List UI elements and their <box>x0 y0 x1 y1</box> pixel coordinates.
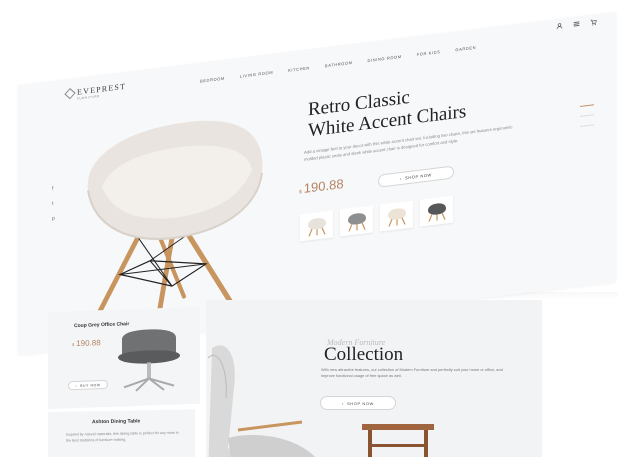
thumbnail-cream-chair[interactable] <box>380 200 413 232</box>
chevron-right-icon: › <box>342 400 344 406</box>
nav-bedroom[interactable]: BEDROOM <box>200 76 225 84</box>
product-name: Ashton Dining Table <box>92 418 141 426</box>
shop-now-label: SHOP NOW <box>404 172 432 181</box>
thumbnail-grey-chair[interactable] <box>340 205 373 237</box>
hero-chair-image <box>87 120 263 326</box>
product-card-chair[interactable]: Coup Grey Office Chair $ 190.88 › BUY NO… <box>48 306 200 409</box>
side-table-image <box>362 424 434 457</box>
collection-banner: Modern Furniture Collection With new att… <box>206 300 542 457</box>
nav-living-room[interactable]: LIVING ROOM <box>240 70 273 79</box>
pinterest-icon[interactable]: p <box>52 215 55 221</box>
slide-indicator[interactable] <box>580 114 594 117</box>
price-value: 190.88 <box>303 176 344 196</box>
user-icon[interactable] <box>556 22 563 30</box>
price-value: 190.88 <box>76 338 101 349</box>
product-name: Coup Grey Office Chair <box>74 321 130 330</box>
shop-now-label: SHOP NOW <box>346 400 374 406</box>
buy-now-button[interactable]: › BUY NOW <box>68 379 108 391</box>
shop-now-button[interactable]: › SHOP NOW <box>378 165 454 188</box>
header-icons <box>556 18 597 30</box>
office-chair-image <box>118 329 180 392</box>
twitter-icon[interactable]: t <box>52 200 55 207</box>
nav-bathroom[interactable]: BATHROOM <box>325 60 353 68</box>
logo-mark-icon <box>64 87 76 99</box>
product-price: $ 190.88 <box>72 338 101 348</box>
collection-shop-now-button[interactable]: › SHOP NOW <box>320 396 396 410</box>
hero-price: $ 190.88 <box>299 176 344 196</box>
logo[interactable]: EVEPREST FURNITURE <box>64 82 126 102</box>
thumbnail-white-chair[interactable] <box>300 210 333 242</box>
facebook-icon[interactable]: f <box>52 185 55 192</box>
lounge-chair-image <box>207 345 315 457</box>
nav-dining-room[interactable]: DINING ROOM <box>368 54 402 63</box>
currency-symbol: $ <box>72 342 75 348</box>
product-card-table[interactable]: Ashton Dining Table Inspired by natural … <box>48 409 195 457</box>
nav-kitchen[interactable]: KITCHEN <box>288 65 310 73</box>
collection-description: With new attractive features, our collec… <box>321 367 503 379</box>
page-canvas: EVEPREST FURNITURE BEDROOM LIVING ROOM K… <box>0 0 638 457</box>
slider-indicators <box>580 104 594 127</box>
main-nav: BEDROOM LIVING ROOM KITCHEN BATHROOM DIN… <box>200 45 476 84</box>
currency-symbol: $ <box>299 189 302 196</box>
cart-icon[interactable] <box>590 18 597 26</box>
nav-garden[interactable]: GARDEN <box>455 45 476 53</box>
thumbnail-dark-chair[interactable] <box>420 195 453 227</box>
menu-icon[interactable] <box>573 20 580 28</box>
social-links: f t p <box>52 185 55 222</box>
product-description: Inspired by natural materials, this dini… <box>66 430 179 443</box>
nav-for-kids[interactable]: FOR KIDS <box>417 49 441 57</box>
buy-now-label: BUY NOW <box>80 382 101 388</box>
collection-title: Collection <box>324 344 404 365</box>
slide-indicator-active[interactable] <box>580 104 594 107</box>
chevron-right-icon: › <box>400 175 402 182</box>
chevron-right-icon: › <box>75 383 78 388</box>
product-thumbnails <box>300 195 453 242</box>
slide-indicator[interactable] <box>580 124 594 127</box>
